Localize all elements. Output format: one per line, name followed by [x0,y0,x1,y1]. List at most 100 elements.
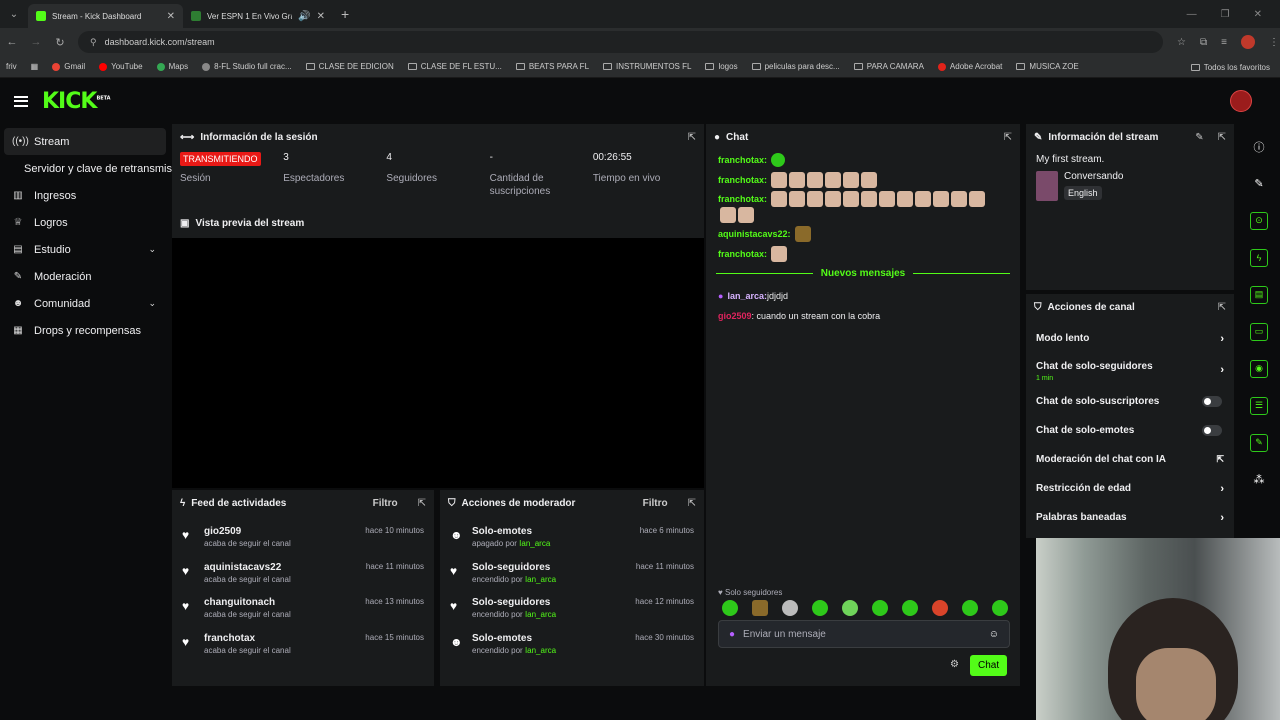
hamburger-menu-icon[interactable] [14,95,28,107]
subs-only-toggle[interactable] [1202,396,1222,407]
site-info-icon[interactable]: ⚲ [90,37,97,48]
forward-icon[interactable]: → [24,36,48,48]
rail-item[interactable]: ϟ [1244,239,1274,276]
kick-logo[interactable]: KICKBETA [42,89,111,114]
bookmark-folder[interactable]: CLASE DE EDICION [305,62,394,71]
popout-icon[interactable]: ⇱ [688,132,696,143]
feed-user[interactable]: changuitonach [204,597,357,608]
bookmark-youtube[interactable]: YouTube [99,62,143,71]
reload-icon[interactable]: ↻ [48,36,72,49]
back-icon[interactable]: ← [0,36,24,48]
emote-icon[interactable] [872,600,888,616]
chat-send-button[interactable]: Chat [970,655,1008,676]
popout-icon[interactable]: ⇱ [1218,132,1226,143]
popout-icon[interactable]: ⇱ [688,498,696,509]
all-bookmarks[interactable]: Todos los favoritos [1180,56,1270,77]
action-by[interactable]: Ian_arca [519,539,550,548]
action-by[interactable]: Ian_arca [525,646,556,655]
rail-item[interactable]: ✎ [1244,165,1274,202]
restore-icon[interactable]: ❐ [1221,9,1230,20]
sidebar-item-comunidad[interactable]: ☻ Comunidad ⌄ [0,290,168,317]
bookmark-acrobat[interactable]: Adobe Acrobat [937,62,1002,71]
sidebar-item-stream-key[interactable]: Servidor y clave de retransmisión [0,155,172,182]
new-tab-button[interactable]: + [341,6,349,22]
bookmark-folder[interactable]: logos [705,62,738,71]
feed-user[interactable]: franchotax [204,633,357,644]
chat-settings-gear-icon[interactable]: ⚙ [950,659,959,670]
emotes-only-toggle[interactable] [1202,425,1222,436]
bookmark-gmail[interactable]: Gmail [52,62,85,71]
popout-icon[interactable]: ⇱ [1004,132,1012,143]
feed-user[interactable]: gio2509 [204,526,357,537]
popout-icon[interactable]: ⇱ [1218,302,1226,313]
rail-item[interactable]: ⁂ [1244,461,1274,498]
bookmark-friv[interactable]: friv [6,62,17,71]
emote-icon[interactable] [992,600,1008,616]
category-name[interactable]: Conversando [1064,171,1123,182]
action-by[interactable]: Ian_arca [525,575,556,584]
action-age-restriction[interactable]: Restricción de edad › [1026,474,1234,503]
close-tab-icon[interactable]: ✕ [317,11,325,22]
sidebar-item-ingresos[interactable]: ▥ Ingresos [0,182,168,209]
bookmark-folder[interactable]: peliculas para desc... [751,62,840,71]
sidebar-item-estudio[interactable]: ▤ Estudio ⌄ [0,236,168,263]
chat-username[interactable]: Ian_arca: [727,291,767,301]
edit-icon[interactable]: ✎ [1195,132,1203,143]
rail-item[interactable]: ◉ [1244,350,1274,387]
bookmark-folder[interactable]: MUSICA ZOE [1016,62,1079,71]
close-window-icon[interactable]: ✕ [1254,9,1262,20]
emote-icon[interactable] [962,600,978,616]
user-avatar[interactable] [1230,90,1252,112]
filter-button[interactable]: Filtro [643,498,668,509]
rail-item[interactable]: ✎ [1244,424,1274,461]
browser-menu-icon[interactable]: ⋮ [1269,37,1279,48]
sidebar-item-logros[interactable]: ♕ Logros [0,209,168,236]
feed-user[interactable]: aquinistacavs22 [204,562,358,573]
emote-icon[interactable] [842,600,858,616]
emote-icon[interactable] [782,600,798,616]
emote-icon[interactable] [902,600,918,616]
apps-grid-icon[interactable]: ▦ [31,62,39,71]
rail-item[interactable]: ☰ [1244,387,1274,424]
action-ai-moderation[interactable]: Moderación del chat con IA ⇱ [1026,445,1234,474]
close-tab-icon[interactable]: ✕ [167,11,175,22]
chat-username[interactable]: franchotax: [718,249,767,259]
chat-username[interactable]: franchotax: [718,194,767,204]
url-field[interactable]: ⚲ dashboard.kick.com/stream [78,31,1163,53]
rail-item[interactable]: ⊙ [1244,202,1274,239]
chat-username[interactable]: aquinistacavs22: [718,229,791,239]
bookmark-fl-studio[interactable]: 8-FL Studio full crac... [202,62,292,71]
sidebar-item-drops[interactable]: ▦ Drops y recompensas [0,317,168,344]
filter-button[interactable]: Filtro [373,498,398,509]
bookmark-maps[interactable]: Maps [156,62,188,71]
rail-item[interactable]: ▭ [1244,313,1274,350]
rail-item[interactable]: ⓘ [1244,128,1274,165]
emote-icon[interactable] [812,600,828,616]
emote-icon[interactable] [722,600,738,616]
tab-kick-dashboard[interactable]: Stream - Kick Dashboard ✕ [28,4,183,28]
bookmark-folder[interactable]: BEATS PARA FL [515,62,589,71]
action-banned-words[interactable]: Palabras baneadas › [1026,503,1234,532]
action-by[interactable]: Ian_arca [525,610,556,619]
popout-icon[interactable]: ⇱ [418,498,426,509]
sidebar-item-stream[interactable]: ((•)) Stream [4,128,166,155]
bookmark-folder[interactable]: PARA CAMARA [853,62,924,71]
action-followers-only[interactable]: Chat de solo-seguidores 1 min › [1026,353,1234,387]
emote-icon[interactable] [752,600,768,616]
media-icon[interactable]: ≡ [1221,37,1227,48]
rail-item[interactable]: ▤ [1244,276,1274,313]
chat-input[interactable]: ● Enviar un mensaje ☺ [718,620,1010,648]
chat-username[interactable]: franchotax: [718,175,767,185]
emote-icon[interactable] [932,600,948,616]
sidebar-item-moderacion[interactable]: ✎ Moderación [0,263,168,290]
tab-search-icon[interactable]: ⌄ [0,9,28,20]
bookmark-folder[interactable]: CLASE DE FL ESTU... [407,62,502,71]
minimize-icon[interactable]: — [1187,9,1197,20]
tab-espn[interactable]: Ver ESPN 1 En Vivo Gratis - 🔊 ✕ [183,4,333,28]
chat-username[interactable]: franchotax: [718,155,767,165]
speaker-icon[interactable]: 🔊 [298,11,310,22]
bookmark-star-icon[interactable]: ☆ [1177,37,1186,48]
emoji-picker-icon[interactable]: ☺ [989,629,999,640]
new-messages-divider[interactable]: Nuevos mensajes [706,264,1020,282]
profile-avatar[interactable] [1240,35,1255,49]
